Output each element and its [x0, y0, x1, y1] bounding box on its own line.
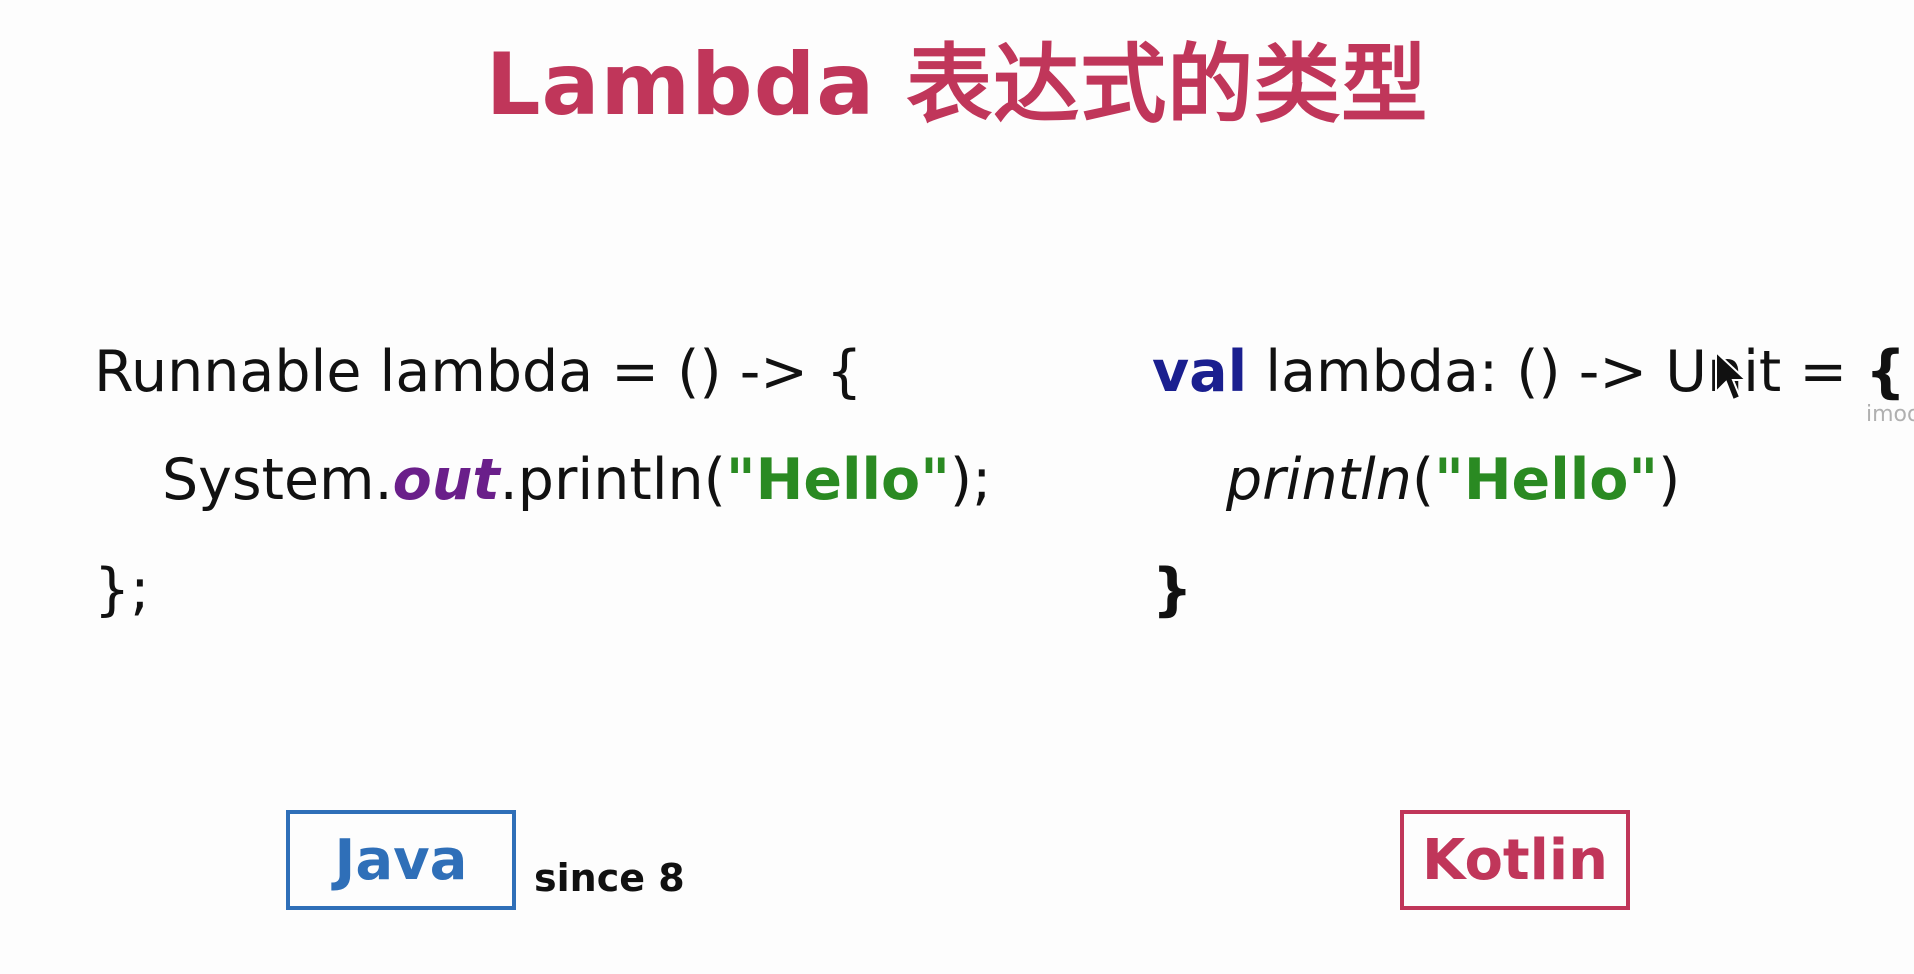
kotlin-close-brace: }: [1152, 557, 1193, 623]
slide-title: Lambda 表达式的类型: [485, 35, 1429, 135]
java-code-line-2: System.out.println("Hello");: [162, 452, 991, 509]
java-string-literal: "Hello": [725, 447, 950, 513]
java-line2-suffix: );: [949, 447, 992, 513]
kotlin-close-paren: ): [1658, 447, 1681, 513]
java-line2-prefix: System.: [162, 447, 393, 513]
kotlin-line1-rest: lambda: () -> Unit =: [1247, 339, 1866, 405]
kotlin-badge-label: Kotlin: [1422, 827, 1608, 893]
kotlin-code-line-2: println("Hello"): [1226, 452, 1680, 509]
mouse-pointer-icon: [1715, 350, 1748, 402]
java-line1-text: Runnable lambda = () -> {: [94, 339, 863, 405]
watermark-text: imoo: [1866, 402, 1914, 427]
java-out-field: out: [392, 447, 500, 513]
java-line2-mid: .println(: [499, 447, 726, 513]
kotlin-string-literal: "Hello": [1434, 447, 1659, 513]
kotlin-println-fn: println: [1226, 447, 1412, 513]
kotlin-code-line-3: }: [1152, 562, 1193, 619]
kotlin-open-brace: {: [1865, 339, 1906, 405]
kotlin-code-line-1: val lambda: () -> Unit = {: [1152, 344, 1906, 401]
java-code-line-1: Runnable lambda = () -> {: [94, 344, 862, 401]
java-line3-text: };: [94, 557, 150, 623]
kotlin-badge: Kotlin: [1400, 810, 1630, 910]
kotlin-open-paren: (: [1411, 447, 1435, 513]
kotlin-val-keyword: val: [1152, 339, 1248, 405]
java-badge-label: Java: [334, 827, 468, 893]
java-badge: Java: [286, 810, 516, 910]
java-since-label: since 8: [534, 856, 685, 900]
java-code-line-3: };: [94, 562, 149, 619]
